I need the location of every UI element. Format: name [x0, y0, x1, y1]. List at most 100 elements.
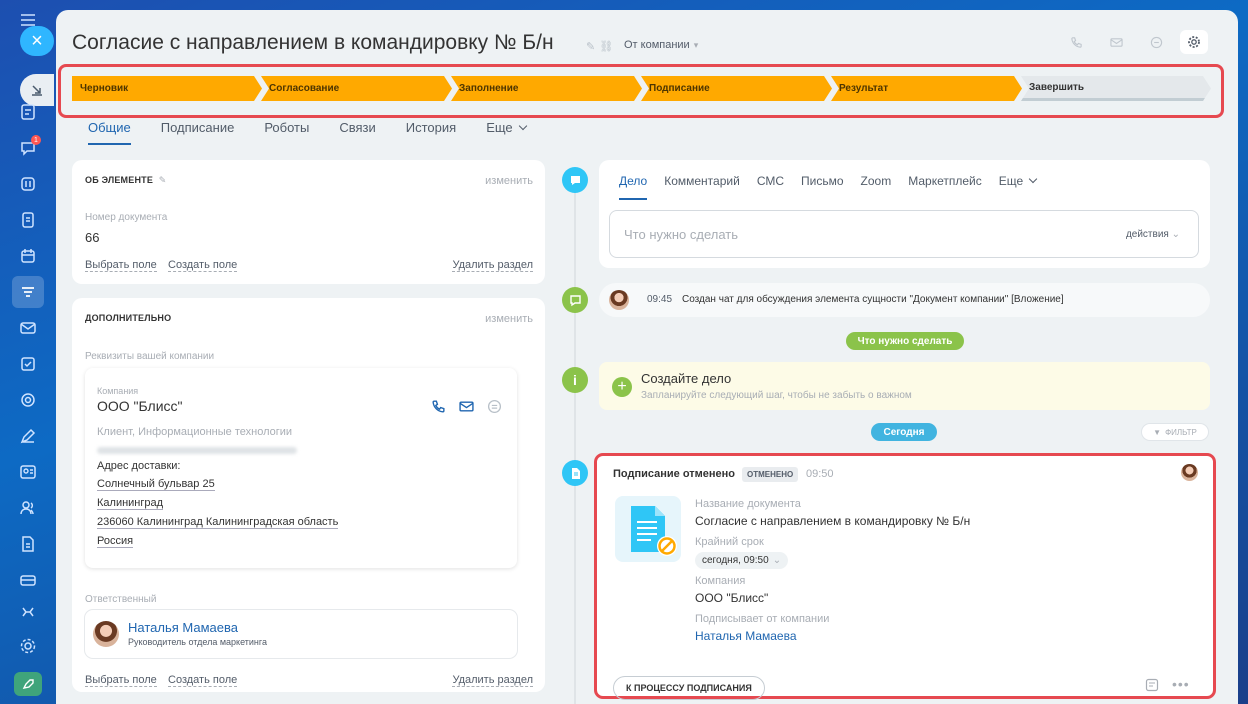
avatar[interactable]	[93, 621, 119, 647]
actions-dropdown[interactable]: действия ⌄	[1126, 229, 1180, 240]
sign-icon[interactable]	[14, 422, 42, 450]
tab-comment[interactable]: Комментарий	[664, 174, 740, 200]
todo-input[interactable]: Что нужно сделать действия ⌄	[609, 210, 1199, 258]
tab-robots[interactable]: Роботы	[264, 120, 309, 145]
about-edit-link[interactable]: изменить	[485, 175, 533, 187]
calendar-icon[interactable]	[14, 242, 42, 270]
phone-icon	[1070, 36, 1082, 48]
create-task-banner[interactable]: + Создайте дело Запланируйте следующий ш…	[599, 362, 1210, 410]
settings-button[interactable]	[1180, 30, 1208, 54]
plus-icon[interactable]: +	[612, 377, 632, 397]
stage-progress-bar: Черновик Согласование Заполнение Подписа…	[72, 76, 1211, 101]
target-icon[interactable]	[14, 386, 42, 414]
close-slider-button[interactable]: ×	[20, 26, 54, 56]
document-slider-panel: Согласие с направлением в командировку №…	[56, 10, 1238, 704]
chat-icon[interactable]	[485, 398, 503, 414]
delete-section-link[interactable]: Удалить раздел	[452, 259, 533, 272]
select-field-link[interactable]: Выбрать поле	[85, 259, 157, 272]
what-to-do-pill: Что нужно сделать	[846, 332, 964, 350]
todo-tabs: Дело Комментарий СМС Письмо Zoom Маркетп…	[619, 174, 1053, 200]
tab-general[interactable]: Общие	[88, 120, 131, 145]
tab-history[interactable]: История	[406, 120, 456, 145]
delete-section-link[interactable]: Удалить раздел	[452, 674, 533, 687]
tasks-icon[interactable]	[14, 98, 42, 126]
blurred-contact-info	[97, 447, 297, 454]
chat-bubble-icon	[1150, 36, 1162, 48]
phone-icon[interactable]	[429, 398, 447, 414]
chat-icon	[569, 294, 581, 306]
timeline-chat-marker	[562, 287, 588, 313]
avatar[interactable]	[1181, 464, 1198, 481]
tab-marketplace[interactable]: Маркетплейс	[908, 174, 982, 200]
link-icon[interactable]: ⛓	[599, 41, 617, 53]
stage-label: Заполнение	[459, 83, 519, 94]
settings-icon[interactable]	[14, 632, 42, 660]
stage-result[interactable]: Результат	[831, 76, 1022, 101]
note-icon[interactable]	[1145, 678, 1159, 697]
address-city[interactable]: Калининград	[97, 497, 164, 510]
from-company-dropdown[interactable]: От компании ▾	[624, 39, 698, 51]
tab-email[interactable]: Письмо	[801, 174, 844, 200]
rocket-button[interactable]	[14, 672, 42, 696]
pencil-icon[interactable]: ✎	[586, 41, 599, 53]
requisites-label: Реквизиты вашей компании	[85, 351, 215, 362]
responsible-name[interactable]: Наталья Мамаева	[128, 620, 238, 635]
feed-icon[interactable]	[14, 170, 42, 198]
stage-draft[interactable]: Черновик	[72, 76, 262, 101]
mail-icon[interactable]	[14, 314, 42, 342]
tab-links[interactable]: Связи	[339, 120, 375, 145]
mail-icon[interactable]	[457, 398, 475, 414]
select-field-link[interactable]: Выбрать поле	[85, 674, 157, 687]
tab-more[interactable]: Еще	[999, 174, 1036, 200]
close-icon: ×	[31, 29, 43, 52]
create-field-link[interactable]: Создать поле	[168, 674, 238, 687]
address-full[interactable]: 236060 Калининград Калининградская облас…	[97, 516, 339, 529]
crm-icon[interactable]	[14, 278, 42, 306]
responsible-label: Ответственный	[85, 594, 157, 605]
tab-task[interactable]: Дело	[619, 174, 648, 200]
checklist-icon[interactable]	[14, 350, 42, 378]
document-icon	[571, 467, 580, 479]
tab-more[interactable]: Еще	[486, 120, 525, 145]
robot-icon[interactable]	[14, 598, 42, 626]
stage-signing[interactable]: Подписание	[641, 76, 832, 101]
more-menu-icon[interactable]: •••	[1172, 676, 1190, 692]
signer-name[interactable]: Наталья Мамаева	[695, 629, 797, 643]
chat-button[interactable]	[1142, 30, 1170, 54]
call-button[interactable]	[1062, 30, 1090, 54]
file-icon[interactable]	[14, 530, 42, 558]
avatar[interactable]	[609, 290, 629, 310]
shop-icon[interactable]	[14, 566, 42, 594]
address-country[interactable]: Россия	[97, 535, 134, 548]
stage-label: Черновик	[80, 83, 129, 94]
filter-button[interactable]: ▼ ФИЛЬТР	[1141, 423, 1209, 441]
additional-edit-link[interactable]: изменить	[485, 313, 533, 325]
stage-approval[interactable]: Согласование	[261, 76, 452, 101]
tab-zoom[interactable]: Zoom	[861, 174, 892, 200]
deadline-dropdown[interactable]: сегодня, 09:50 ⌄	[695, 552, 789, 569]
event-time: 09:45	[647, 294, 673, 305]
stage-finish[interactable]: Завершить	[1021, 76, 1211, 101]
email-button[interactable]	[1102, 30, 1130, 54]
tab-signing[interactable]: Подписание	[161, 120, 235, 145]
create-field-link[interactable]: Создать поле	[168, 259, 238, 272]
contacts-icon[interactable]	[14, 458, 42, 486]
event-text: Создан чат для обсуждения элемента сущно…	[682, 294, 1064, 305]
notification-badge: 1	[31, 135, 41, 145]
minimize-icon	[32, 85, 42, 96]
title-edit-icons[interactable]: ✎⛓	[586, 40, 617, 53]
tab-sms[interactable]: СМС	[757, 174, 784, 200]
address-street[interactable]: Солнечный бульвар 25	[97, 478, 215, 491]
chevron-down-icon: ⌄	[772, 555, 782, 566]
signing-time: 09:50	[806, 468, 834, 480]
status-badge: ОТМЕНЕНО	[742, 467, 799, 482]
pencil-icon[interactable]: ✎	[159, 175, 167, 185]
company-name: ООО "Блисс"	[695, 591, 769, 605]
stage-filling[interactable]: Заполнение	[451, 76, 642, 101]
to-signing-process-button[interactable]: К ПРОЦЕССУ ПОДПИСАНИЯ	[613, 676, 765, 700]
timeline-todo-marker	[562, 167, 588, 193]
stage-label: Согласование	[269, 83, 340, 94]
documents-icon[interactable]	[14, 206, 42, 234]
employees-icon[interactable]	[14, 494, 42, 522]
chevron-down-icon: ▾	[693, 40, 699, 50]
